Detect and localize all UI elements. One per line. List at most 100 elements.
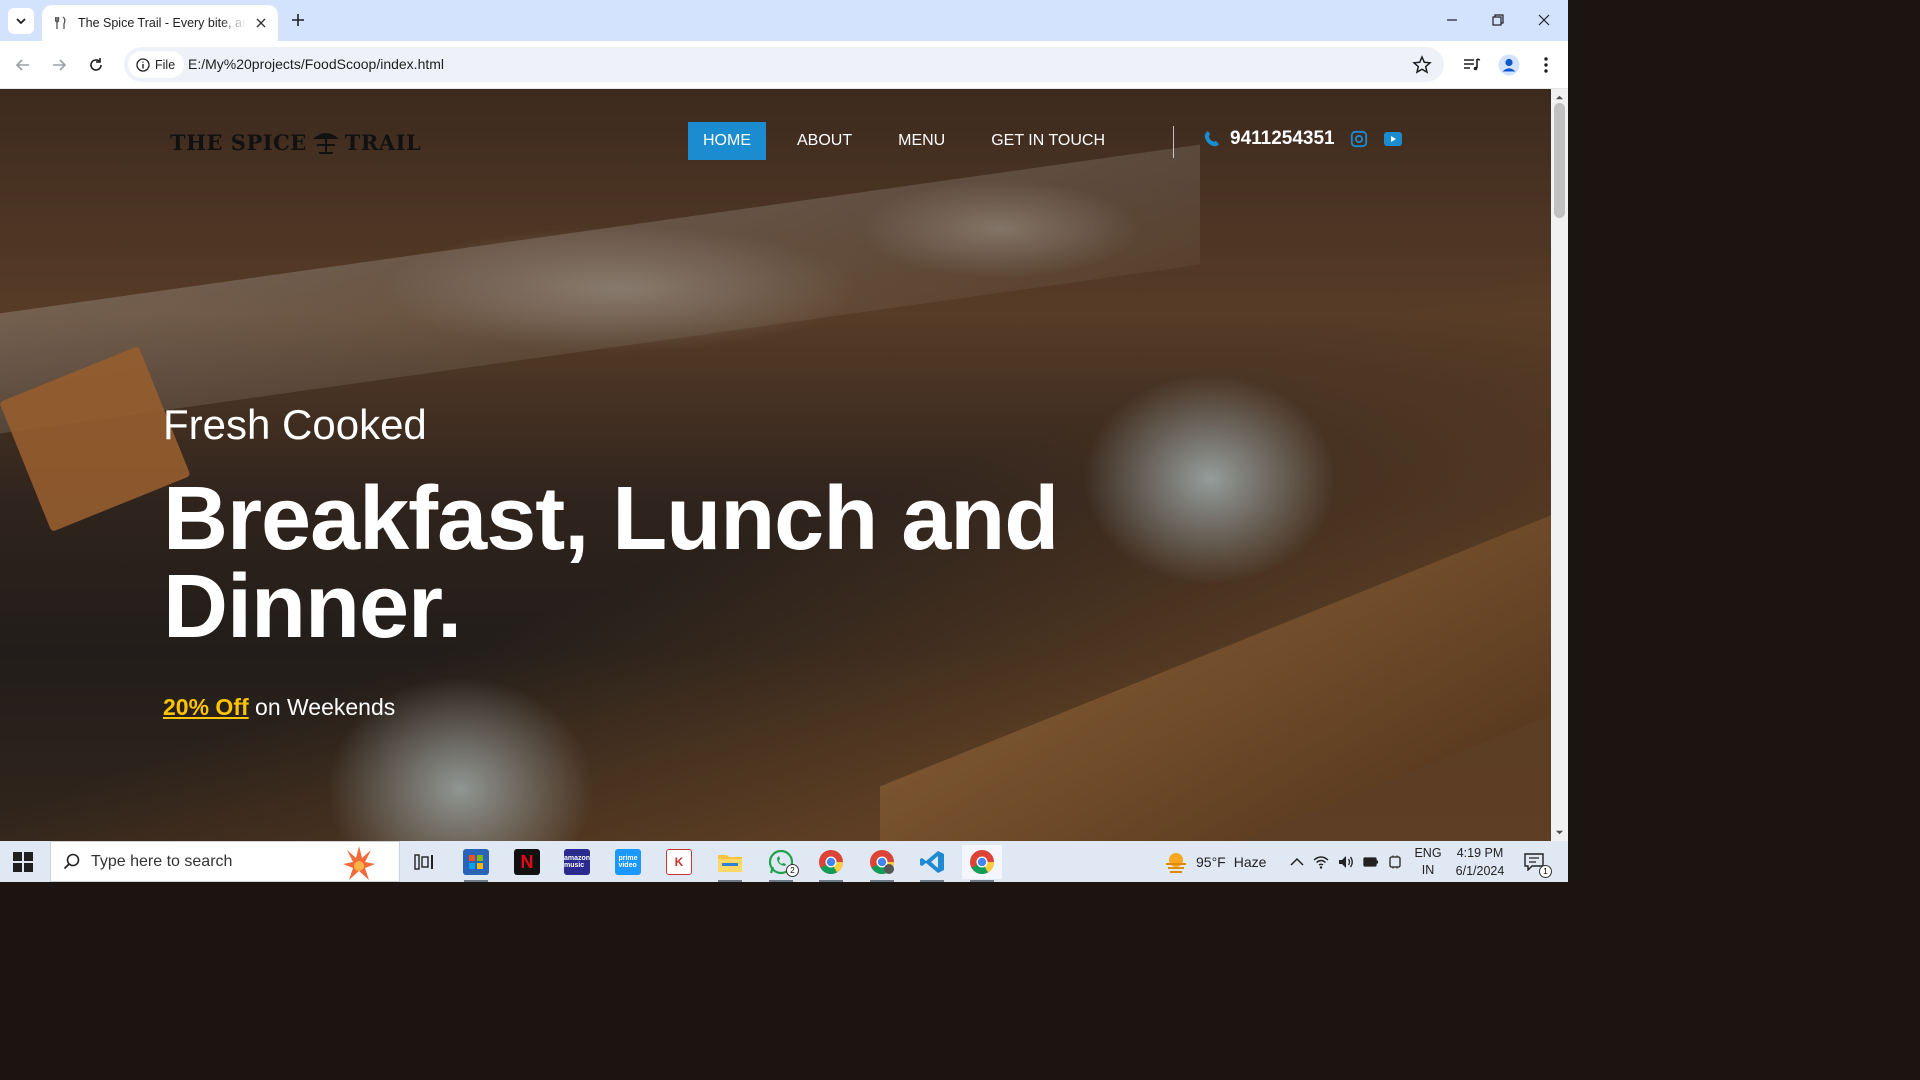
taskbar-chrome-active[interactable] [962,845,1002,882]
browser-tab[interactable]: The Spice Trail - Every bite, an a [42,5,278,41]
forward-button[interactable] [45,51,73,79]
taskbar-microsoft-store[interactable] [456,845,496,882]
windows-start-icon[interactable] [12,851,34,873]
hero-subtitle: Fresh Cooked [163,401,427,448]
windows-taskbar: Type here to search N amazon music prime v… [0,841,1568,882]
youtube-icon[interactable] [1383,130,1403,148]
microsoft-store-icon [463,849,489,875]
notification-center[interactable]: 1 [1524,841,1554,882]
new-tab-button[interactable] [287,9,309,31]
amazon-music-icon: amazon music [564,849,590,875]
plus-icon [292,14,304,26]
task-view-icon [414,854,433,870]
taskbar-amazon-music[interactable]: amazon music [557,845,597,879]
taskbar-search-box[interactable]: Type here to search [50,841,400,882]
instagram-icon[interactable] [1349,130,1369,148]
reload-icon [90,58,102,71]
chrome-active-icon [970,850,994,875]
reload-button[interactable] [82,51,110,79]
clock-date: 6/1/2024 [1455,863,1505,878]
back-button[interactable] [9,51,37,79]
hero-offer: 20% Off on Weekends [163,694,395,721]
taskbar-vscode[interactable] [912,845,952,882]
language-code: ENG [1414,845,1442,860]
close-tab-icon[interactable] [252,14,270,32]
scroll-thumb[interactable] [1554,103,1565,218]
system-tray-icons [1290,841,1402,882]
bookmark-star-icon[interactable] [1412,55,1432,75]
nav-divider [1173,126,1174,158]
clock-time: 4:19 PM [1456,845,1504,860]
browser-tab-bar: The Spice Trail - Every bite, an a [0,0,1568,41]
taskbar-prime-video[interactable]: prime video [608,845,648,879]
info-icon [136,57,150,72]
media-queue-icon [1464,58,1481,71]
phone-contact[interactable]: 9411254351 [1202,128,1403,150]
scroll-down-arrow-icon[interactable] [1555,828,1564,837]
logo-text-right: TRAIL [344,129,422,155]
vscode-icon [920,851,944,873]
nav-menu[interactable]: MENU [883,122,960,160]
media-controls-button[interactable] [1460,53,1484,77]
device-status-icon[interactable] [1388,855,1402,869]
hero-overlay [0,89,1551,841]
wifi-icon[interactable] [1313,855,1329,869]
site-info-chip[interactable]: File [128,51,185,78]
taskbar-chrome-profile[interactable] [862,845,902,882]
minimize-button[interactable] [1439,8,1465,32]
weather-temp: 95°F [1196,853,1226,870]
whatsapp-badge: 2 [786,864,799,877]
prime-video-icon: prime video [615,849,641,875]
logo-text-left: THE SPICE [170,129,307,155]
language-region: IN [1421,862,1435,877]
offer-link[interactable]: 20% Off [163,694,249,720]
chevron-up-icon[interactable] [1290,857,1304,867]
tab-search-button[interactable] [8,8,34,34]
taskbar-app-tool[interactable]: K [659,845,699,879]
page-viewport: THE SPICE TRAIL HOME ABOUT MENU GET IN T… [0,89,1551,841]
chevron-down-icon [16,18,26,25]
taskbar-chrome[interactable] [811,845,851,882]
netflix-icon: N [514,849,540,875]
phone-icon [1204,131,1219,147]
restore-button[interactable] [1485,8,1511,32]
restore-icon [1492,14,1504,26]
nav-get-in-touch[interactable]: GET IN TOUCH [976,122,1120,160]
taskbar-whatsapp[interactable]: 2 [761,845,801,882]
nav-about[interactable]: ABOUT [782,122,867,160]
url-text[interactable]: E:/My%20projects/FoodScoop/index.html [188,56,444,72]
search-highlight-art-icon [343,846,375,880]
volume-icon[interactable] [1338,855,1354,869]
site-logo[interactable]: THE SPICE TRAIL [170,129,421,155]
browser-toolbar: File E:/My%20projects/FoodScoop/index.ht… [0,41,1568,89]
address-bar[interactable]: File E:/My%20projects/FoodScoop/index.ht… [124,47,1444,82]
umbrella-table-icon [312,133,339,154]
phone-number[interactable]: 9411254351 [1230,128,1335,150]
close-icon [1538,14,1550,26]
taskbar-netflix[interactable]: N [507,845,547,879]
profile-button[interactable] [1497,53,1521,77]
weather-widget[interactable]: 95°F Haze [1164,841,1266,882]
hero-title: Breakfast, Lunch and Dinner. [163,469,1059,657]
haze-sun-icon [1166,852,1186,873]
scroll-up-arrow-icon[interactable] [1555,93,1564,102]
nav-home[interactable]: HOME [688,122,766,160]
taskbar-file-explorer[interactable] [710,845,750,882]
taskbar-task-view[interactable] [404,845,444,879]
profile-avatar-icon [1498,54,1520,76]
minimize-icon [1447,19,1457,21]
browser-menu-button[interactable] [1534,53,1558,77]
close-window-button[interactable] [1531,8,1557,32]
language-indicator[interactable]: ENG IN [1414,841,1442,882]
forward-arrow-icon [53,59,67,71]
app-tool-icon: K [666,849,692,875]
offer-text: on Weekends [248,694,396,720]
search-icon [63,853,80,869]
folder-icon [718,855,742,872]
clock[interactable]: 4:19 PM 6/1/2024 [1452,841,1508,882]
page-scrollbar[interactable] [1551,89,1568,841]
tab-title: The Spice Trail - Every bite, an a [78,16,246,30]
site-chip-label: File [155,57,176,72]
back-arrow-icon [15,59,29,71]
battery-icon[interactable] [1363,856,1379,868]
